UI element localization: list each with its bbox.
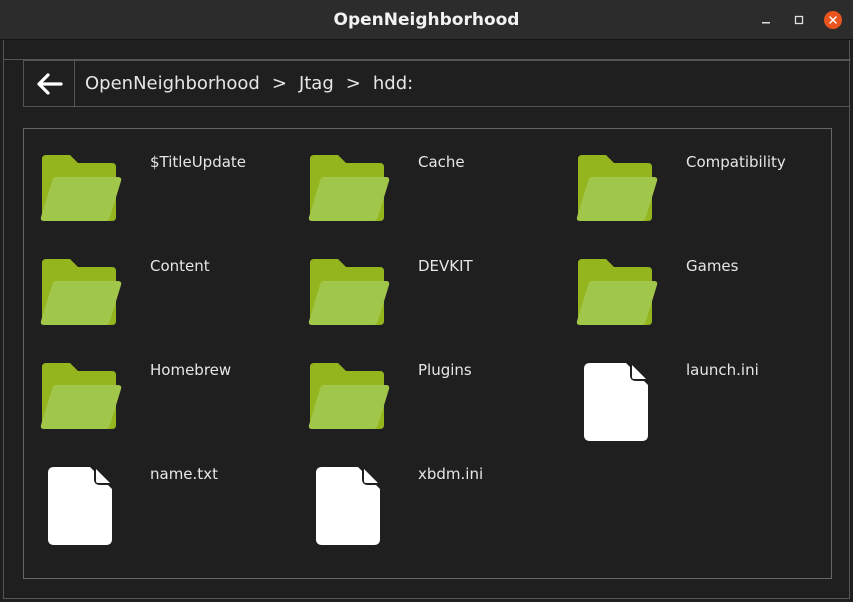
- close-icon: [829, 16, 837, 24]
- item-label: Compatibility: [686, 153, 786, 171]
- breadcrumb-separator: >: [345, 73, 361, 94]
- breadcrumb: OpenNeighborhood > Jtag > hdd:: [85, 73, 413, 94]
- item-label: Cache: [418, 153, 465, 171]
- item-label: launch.ini: [686, 361, 759, 379]
- folder-icon: [40, 257, 132, 349]
- breadcrumb-item-hdd[interactable]: hdd:: [373, 73, 413, 94]
- file-grid: $TitleUpdate Cache Compatibility Content DEV…: [23, 128, 832, 579]
- item-label: Games: [686, 257, 739, 275]
- item-label: Plugins: [418, 361, 472, 379]
- breadcrumb-item-openneighborhood[interactable]: OpenNeighborhood: [85, 73, 260, 94]
- main-content: OpenNeighborhood > Jtag > hdd: $TitleUpdate C…: [3, 40, 851, 599]
- file-icon: [48, 465, 140, 555]
- folder-icon: [576, 257, 668, 349]
- minimize-icon: [762, 22, 770, 24]
- minimize-button[interactable]: [757, 11, 775, 29]
- item-label: name.txt: [150, 465, 218, 483]
- folder-icon: [308, 257, 400, 349]
- folder-item[interactable]: $TitleUpdate: [40, 153, 290, 249]
- folder-item[interactable]: Cache: [308, 153, 558, 249]
- back-button[interactable]: [24, 61, 75, 106]
- file-icon: [584, 361, 676, 451]
- file-icon: [316, 465, 408, 555]
- folder-item[interactable]: Games: [576, 257, 826, 353]
- folder-icon: [40, 153, 132, 245]
- folder-item[interactable]: Plugins: [308, 361, 558, 457]
- file-item[interactable]: xbdm.ini: [308, 465, 558, 561]
- title-bar[interactable]: OpenNeighborhood: [0, 0, 853, 40]
- close-button[interactable]: [824, 11, 842, 29]
- folder-icon: [308, 153, 400, 245]
- maximize-button[interactable]: [790, 11, 808, 29]
- toolbar-strip: [4, 40, 851, 60]
- folder-icon: [308, 361, 400, 453]
- folder-item[interactable]: Content: [40, 257, 290, 353]
- breadcrumb-item-jtag[interactable]: Jtag: [299, 73, 334, 94]
- folder-icon: [40, 361, 132, 453]
- folder-item[interactable]: Compatibility: [576, 153, 826, 249]
- folder-item[interactable]: Homebrew: [40, 361, 290, 457]
- breadcrumb-separator: >: [271, 73, 287, 94]
- window-title: OpenNeighborhood: [333, 10, 520, 30]
- path-bar: OpenNeighborhood > Jtag > hdd:: [23, 60, 850, 107]
- file-item[interactable]: name.txt: [40, 465, 290, 561]
- arrow-left-icon: [37, 72, 63, 95]
- folder-item[interactable]: DEVKIT: [308, 257, 558, 353]
- folder-icon: [576, 153, 668, 245]
- app-window: OpenNeighborhood OpenNeighborhood > Jtag…: [0, 0, 853, 602]
- item-label: DEVKIT: [418, 257, 473, 275]
- item-label: xbdm.ini: [418, 465, 484, 483]
- item-label: Homebrew: [150, 361, 232, 379]
- maximize-icon: [794, 15, 804, 25]
- item-label: $TitleUpdate: [150, 153, 247, 171]
- file-item[interactable]: launch.ini: [576, 361, 826, 457]
- item-label: Content: [150, 257, 210, 275]
